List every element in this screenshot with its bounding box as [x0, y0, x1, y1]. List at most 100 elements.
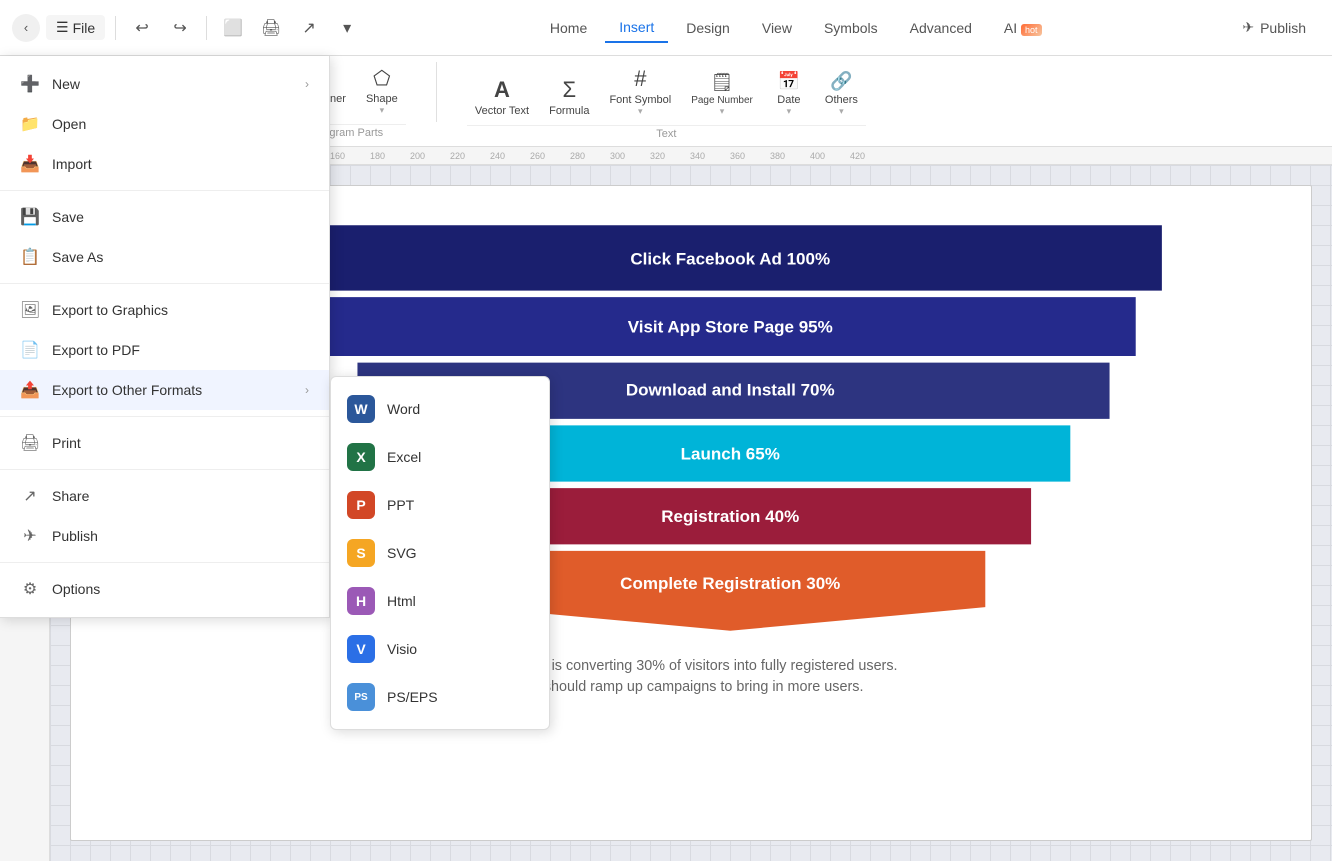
ribbon-others-button[interactable]: 🔗 Others ▾ [817, 67, 866, 121]
vector-text-icon: A [494, 77, 510, 103]
export-submenu: W Word X Excel P PPT S SVG H Html V Visi… [330, 376, 550, 730]
open-label: Open [52, 116, 86, 132]
publish-label: Publish [52, 528, 98, 544]
date-label: Date [777, 94, 800, 106]
submenu-html[interactable]: H Html [331, 577, 549, 625]
funnel-caption-2: We should ramp up campaigns to bring in … [519, 679, 864, 695]
menu-item-print[interactable]: 🖨 Print [0, 423, 329, 463]
toolbar-divider-1 [115, 16, 116, 40]
undo-button[interactable]: ↩ [126, 12, 158, 44]
menu-item-save-as[interactable]: 📋 Save As [0, 237, 329, 277]
menu-sep-2 [0, 283, 329, 284]
ruler-num: 280 [570, 151, 610, 161]
ai-hot-badge: hot [1021, 24, 1042, 36]
menu-item-new[interactable]: ➕ New › [0, 64, 329, 104]
export-other-arrow-icon: › [305, 383, 309, 397]
font-symbol-label: Font Symbol [609, 94, 671, 106]
menu-item-save[interactable]: 💾 Save [0, 197, 329, 237]
submenu-svg[interactable]: S SVG [331, 529, 549, 577]
menu-item-export-pdf[interactable]: 📄 Export to PDF [0, 330, 329, 370]
file-menu-button[interactable]: ☰ File [46, 15, 105, 40]
new-arrow-icon: › [305, 77, 309, 91]
ruler-num: 420 [850, 151, 890, 161]
menu-sep-3 [0, 416, 329, 417]
new-icon: ➕ [20, 74, 40, 94]
font-symbol-dropdown-icon: ▾ [638, 106, 643, 117]
formula-label: Formula [549, 105, 589, 117]
save-as-label: Save As [52, 249, 103, 265]
export-other-label: Export to Other Formats [52, 382, 202, 398]
excel-icon: X [347, 443, 375, 471]
share-icon: ↗ [20, 486, 40, 506]
ribbon-vector-text-button[interactable]: A Vector Text [467, 73, 537, 121]
ruler-num: 240 [490, 151, 530, 161]
ruler-num: 340 [690, 151, 730, 161]
menu-item-import[interactable]: 📥 Import [0, 144, 329, 184]
ribbon-shape-button[interactable]: ⬠ Shape ▾ [358, 62, 406, 120]
ribbon-font-symbol-button[interactable]: # Font Symbol ▾ [601, 62, 679, 121]
visio-label: Visio [387, 641, 417, 657]
ribbon-group-text: A Vector Text Σ Formula # Font Symbol ▾ … [467, 62, 866, 140]
open-icon: 📁 [20, 114, 40, 134]
ruler-num: 180 [370, 151, 410, 161]
tab-insert[interactable]: Insert [605, 13, 668, 43]
publish-icon: ✈ [1242, 19, 1254, 36]
svg-label: SVG [387, 545, 417, 561]
save-as-icon: 📋 [20, 247, 40, 267]
export-graphics-label: Export to Graphics [52, 302, 168, 318]
ruler-num: 360 [730, 151, 770, 161]
options-icon: ⚙ [20, 579, 40, 599]
submenu-word[interactable]: W Word [331, 385, 549, 433]
pseps-label: PS/EPS [387, 689, 438, 705]
tab-ai[interactable]: AI hot [990, 14, 1056, 42]
toolbar-left: ‹ ☰ File ↩ ↪ ⬜ 🖨 ↗ ▾ [12, 12, 363, 44]
new-label: New [52, 76, 80, 92]
submenu-visio[interactable]: V Visio [331, 625, 549, 673]
submenu-ppt[interactable]: P PPT [331, 481, 549, 529]
shape-icon: ⬠ [373, 66, 390, 91]
funnel-label-6: Complete Registration 30% [620, 574, 840, 593]
menu-item-export-graphics[interactable]: 🖼 Export to Graphics [0, 290, 329, 330]
tab-design[interactable]: Design [672, 14, 744, 42]
import-icon: 📥 [20, 154, 40, 174]
page-number-dropdown-icon: ▾ [720, 106, 725, 117]
redo-button[interactable]: ↪ [164, 12, 196, 44]
publish-icon: ✈ [20, 526, 40, 546]
menu-sep-5 [0, 562, 329, 563]
tab-home[interactable]: Home [536, 14, 601, 42]
html-label: Html [387, 593, 416, 609]
tab-symbols[interactable]: Symbols [810, 14, 892, 42]
print-button[interactable]: 🖨 [255, 12, 287, 44]
submenu-excel[interactable]: X Excel [331, 433, 549, 481]
share-export-button[interactable]: ↗ [293, 12, 325, 44]
tab-view[interactable]: View [748, 14, 806, 42]
pseps-icon: PS [347, 683, 375, 711]
save-label: Save [52, 209, 84, 225]
tab-advanced[interactable]: Advanced [896, 14, 986, 42]
visio-icon: V [347, 635, 375, 663]
ribbon-formula-button[interactable]: Σ Formula [541, 73, 597, 121]
print-label: Print [52, 435, 81, 451]
save-button[interactable]: ⬜ [217, 12, 249, 44]
ribbon-date-button[interactable]: 📅 Date ▾ [765, 67, 813, 121]
formula-icon: Σ [562, 77, 576, 103]
ruler-num: 380 [770, 151, 810, 161]
file-menu: ➕ New › 📁 Open 📥 Import 💾 Save 📋 Save As… [0, 56, 330, 618]
menu-item-share[interactable]: ↗ Share [0, 476, 329, 516]
ppt-icon: P [347, 491, 375, 519]
back-button[interactable]: ‹ [12, 14, 40, 42]
ruler-num: 260 [530, 151, 570, 161]
export-pdf-icon: 📄 [20, 340, 40, 360]
submenu-pseps[interactable]: PS PS/EPS [331, 673, 549, 721]
page-number-icon: 🗒 [711, 72, 734, 93]
ribbon-page-number-button[interactable]: 🗒 Page Number ▾ [683, 68, 761, 121]
hamburger-icon: ☰ [56, 19, 69, 36]
menu-item-options[interactable]: ⚙ Options [0, 569, 329, 609]
menu-item-export-other[interactable]: 📤 Export to Other Formats › [0, 370, 329, 410]
file-label: File [73, 20, 96, 36]
menu-item-open[interactable]: 📁 Open [0, 104, 329, 144]
dropdown-button[interactable]: ▾ [331, 12, 363, 44]
publish-button[interactable]: ✈ Publish [1228, 13, 1320, 42]
ruler-num: 400 [810, 151, 850, 161]
menu-item-publish[interactable]: ✈ Publish [0, 516, 329, 556]
